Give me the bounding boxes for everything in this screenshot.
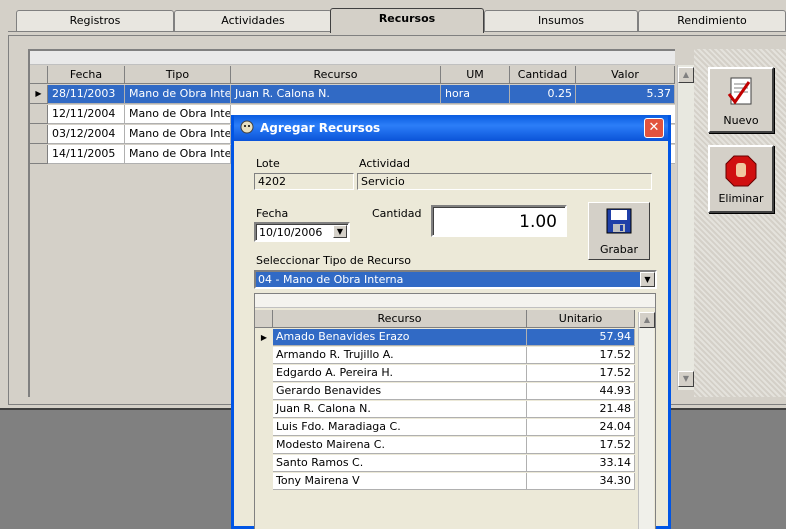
table-row[interactable]: 28/11/2003 Mano de Obra Interi Juan R. C…: [48, 85, 675, 104]
nuevo-label: Nuevo: [723, 114, 759, 127]
cell-unitario: 17.52: [527, 437, 635, 454]
cantidad-input[interactable]: 1.00: [431, 205, 567, 237]
cell-unitario: 24.04: [527, 419, 635, 436]
cell-recurso: Edgardo A. Pereira H.: [273, 365, 527, 382]
column-header-recurso[interactable]: Recurso: [231, 66, 441, 84]
scroll-up-icon[interactable]: ▲: [678, 67, 694, 83]
cell-fecha: 14/11/2005: [48, 145, 125, 164]
cell-recurso: Tony Mairena V: [273, 473, 527, 490]
tab-rendimiento[interactable]: Rendimiento: [638, 10, 786, 32]
cell-recurso: Luis Fdo. Maradiaga C.: [273, 419, 527, 436]
cantidad-value: 1.00: [519, 212, 557, 232]
app-icon: [240, 120, 254, 134]
column-header-valor[interactable]: Valor: [576, 66, 675, 84]
dialog-titlebar[interactable]: Agregar Recursos ✕: [234, 115, 668, 141]
close-icon[interactable]: ✕: [644, 118, 664, 138]
list-item[interactable]: Edgardo A. Pereira H. 17.52: [273, 365, 635, 382]
list-item[interactable]: Armando R. Trujillo A. 17.52: [273, 347, 635, 364]
row-indicator-header: [255, 310, 273, 328]
grid-group-bar: [30, 51, 675, 65]
list-item[interactable]: Modesto Mairena C. 17.52: [273, 437, 635, 454]
column-header-um[interactable]: UM: [441, 66, 510, 84]
tipo-recurso-value: 04 - Mano de Obra Interna: [258, 273, 404, 286]
cell-tipo: Mano de Obra Interi: [125, 105, 231, 124]
cell-tipo: Mano de Obra Interi: [125, 125, 231, 144]
column-header-fecha[interactable]: Fecha: [48, 66, 125, 84]
column-header-unitario[interactable]: Unitario: [527, 310, 635, 328]
cell-unitario: 21.48: [527, 401, 635, 418]
dialog-title: Agregar Recursos: [260, 121, 381, 135]
tab-insumos[interactable]: Insumos: [484, 10, 638, 32]
cell-tipo: Mano de Obra Interi: [125, 85, 231, 104]
cell-fecha: 03/12/2004: [48, 125, 125, 144]
cell-unitario: 17.52: [527, 365, 635, 382]
grabar-label: Grabar: [599, 243, 639, 256]
resources-vertical-scrollbar[interactable]: ▲: [638, 312, 655, 529]
cell-recurso: Armando R. Trujillo A.: [273, 347, 527, 364]
cell-um: hora: [441, 85, 510, 104]
list-item[interactable]: Santo Ramos C. 33.14: [273, 455, 635, 472]
list-item[interactable]: Gerardo Benavides 44.93: [273, 383, 635, 400]
actividad-field: Servicio: [357, 173, 652, 190]
row-indicator: [30, 125, 48, 144]
cell-valor: 5.37: [576, 85, 675, 104]
cell-recurso: Santo Ramos C.: [273, 455, 527, 472]
cell-cantidad: 0.25: [510, 85, 576, 104]
fecha-date-picker[interactable]: 10/10/2006 ▼: [254, 222, 350, 242]
list-item[interactable]: Amado Benavides Erazo 57.94: [273, 329, 635, 346]
lote-field: 4202: [254, 173, 354, 190]
tab-actividades[interactable]: Actividades: [174, 10, 332, 32]
scroll-up-icon[interactable]: ▲: [639, 312, 655, 328]
tab-registros[interactable]: Registros: [16, 10, 174, 32]
tab-strip: Registros Actividades Recursos Insumos R…: [0, 8, 786, 33]
list-item[interactable]: Tony Mairena V 34.30: [273, 473, 635, 490]
cell-fecha: 12/11/2004: [48, 105, 125, 124]
resources-grid[interactable]: Recurso Unitario ▶ Amado Benavides Erazo…: [254, 293, 656, 529]
scroll-down-icon[interactable]: ▼: [678, 371, 694, 387]
cell-recurso: Juan R. Calona N.: [273, 401, 527, 418]
current-row-arrow-icon: ▶: [260, 333, 268, 342]
cell-recurso: Amado Benavides Erazo: [273, 329, 527, 346]
cell-tipo: Mano de Obra Interi: [125, 145, 231, 164]
agregar-recursos-dialog: Agregar Recursos ✕ Lote 4202 Actividad S…: [231, 115, 671, 529]
chevron-down-icon[interactable]: ▼: [640, 272, 655, 287]
cell-recurso: Juan R. Calona N.: [231, 85, 441, 104]
save-disk-icon: [606, 208, 632, 234]
actividad-label: Actividad: [359, 157, 411, 170]
stop-hand-icon: [725, 155, 757, 187]
tipo-recurso-select[interactable]: 04 - Mano de Obra Interna ▼: [254, 270, 657, 289]
grabar-button[interactable]: Grabar: [588, 202, 650, 260]
cell-unitario: 44.93: [527, 383, 635, 400]
tab-recursos[interactable]: Recursos: [330, 8, 484, 33]
cell-unitario: 17.52: [527, 347, 635, 364]
current-row-arrow-icon: ▶: [30, 85, 48, 104]
records-vertical-scrollbar[interactable]: ▲ ▼: [677, 65, 694, 390]
resources-group-bar: [255, 294, 655, 308]
lote-label: Lote: [256, 157, 280, 170]
column-header-recurso[interactable]: Recurso: [273, 310, 527, 328]
eliminar-label: Eliminar: [718, 192, 764, 205]
cell-unitario: 33.14: [527, 455, 635, 472]
column-header-tipo[interactable]: Tipo: [125, 66, 231, 84]
column-header-cantidad[interactable]: Cantidad: [510, 66, 576, 84]
cell-fecha: 28/11/2003: [48, 85, 125, 104]
fecha-dropdown-icon[interactable]: ▼: [333, 225, 347, 238]
cell-unitario: 34.30: [527, 473, 635, 490]
nuevo-button[interactable]: Nuevo: [708, 67, 774, 133]
list-item[interactable]: Juan R. Calona N. 21.48: [273, 401, 635, 418]
row-indicator: [30, 145, 48, 164]
cantidad-label: Cantidad: [372, 207, 422, 220]
eliminar-button[interactable]: Eliminar: [708, 145, 774, 213]
cell-recurso: Gerardo Benavides: [273, 383, 527, 400]
cell-unitario: 57.94: [527, 329, 635, 346]
list-item[interactable]: Luis Fdo. Maradiaga C. 24.04: [273, 419, 635, 436]
row-indicator-header: [30, 66, 48, 84]
new-document-icon: [727, 77, 752, 105]
row-indicator: [30, 105, 48, 124]
resources-grid-body: Recurso Unitario ▶ Amado Benavides Erazo…: [255, 294, 655, 529]
fecha-label: Fecha: [256, 207, 289, 220]
tipo-recurso-label: Seleccionar Tipo de Recurso: [256, 254, 411, 267]
fecha-value: 10/10/2006: [259, 226, 323, 239]
cell-recurso: Modesto Mairena C.: [273, 437, 527, 454]
